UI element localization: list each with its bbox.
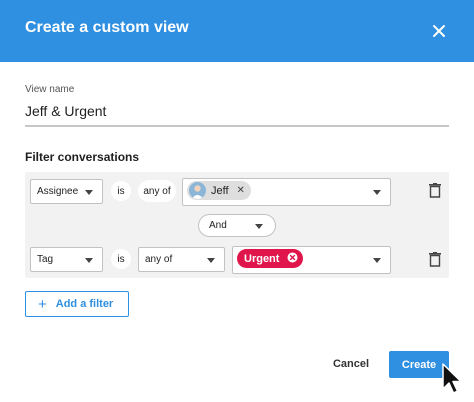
filter-value-select[interactable]: Urgent <box>232 246 391 274</box>
filter-field-value: Assignee <box>37 186 79 197</box>
filter-value-select[interactable]: Jeff ✕ <box>182 178 391 206</box>
trash-icon <box>429 252 441 267</box>
trash-icon <box>429 183 441 198</box>
add-filter-label: Add a filter <box>55 298 114 310</box>
close-icon <box>433 25 445 37</box>
filter-field-select[interactable]: Assignee <box>30 179 103 204</box>
remove-tag-icon[interactable] <box>287 252 298 266</box>
filter-section-title: Filter conversations <box>25 150 140 164</box>
view-name-underline <box>25 125 449 127</box>
create-button[interactable]: Create <box>389 351 449 378</box>
filter-panel: Assignee is any of Jeff ✕ And Tag is any… <box>25 172 449 278</box>
filter-operator-select[interactable]: any of <box>138 247 225 272</box>
mouse-cursor-icon <box>442 363 462 394</box>
tag-chip: Urgent <box>237 249 303 268</box>
filter-connector: is <box>111 181 131 201</box>
filter-operator-select[interactable]: any of <box>138 180 176 202</box>
chevron-down-icon <box>255 224 263 229</box>
chevron-down-icon <box>85 190 93 195</box>
dialog-title: Create a custom view <box>25 19 189 36</box>
plus-icon: + <box>38 295 47 313</box>
close-button[interactable] <box>425 18 453 44</box>
user-avatar-icon <box>191 185 204 199</box>
join-operator-value: And <box>209 220 227 231</box>
view-name-input[interactable]: Jeff & Urgent <box>25 103 106 119</box>
avatar <box>189 182 206 199</box>
chevron-down-icon <box>85 258 93 263</box>
remove-chip-icon[interactable]: ✕ <box>237 185 245 196</box>
value-chip: Jeff ✕ <box>187 181 251 200</box>
value-chip-label: Jeff <box>211 184 229 197</box>
chevron-down-icon <box>373 258 381 263</box>
view-name-label: View name <box>25 84 75 95</box>
delete-filter-button[interactable] <box>429 252 441 272</box>
dialog-header: Create a custom view <box>0 0 474 62</box>
chevron-down-icon <box>373 190 381 195</box>
tag-chip-label: Urgent <box>244 252 280 265</box>
add-filter-button[interactable]: + Add a filter <box>25 291 129 317</box>
filter-operator-value: any of <box>145 254 173 265</box>
cancel-button[interactable]: Cancel <box>325 353 377 375</box>
filter-field-value: Tag <box>37 254 54 265</box>
close-circle-icon <box>287 252 298 262</box>
delete-filter-button[interactable] <box>429 183 441 203</box>
join-operator-select[interactable]: And <box>198 214 276 237</box>
filter-connector: is <box>111 249 131 269</box>
chevron-down-icon <box>207 258 215 263</box>
filter-field-select[interactable]: Tag <box>30 247 103 272</box>
